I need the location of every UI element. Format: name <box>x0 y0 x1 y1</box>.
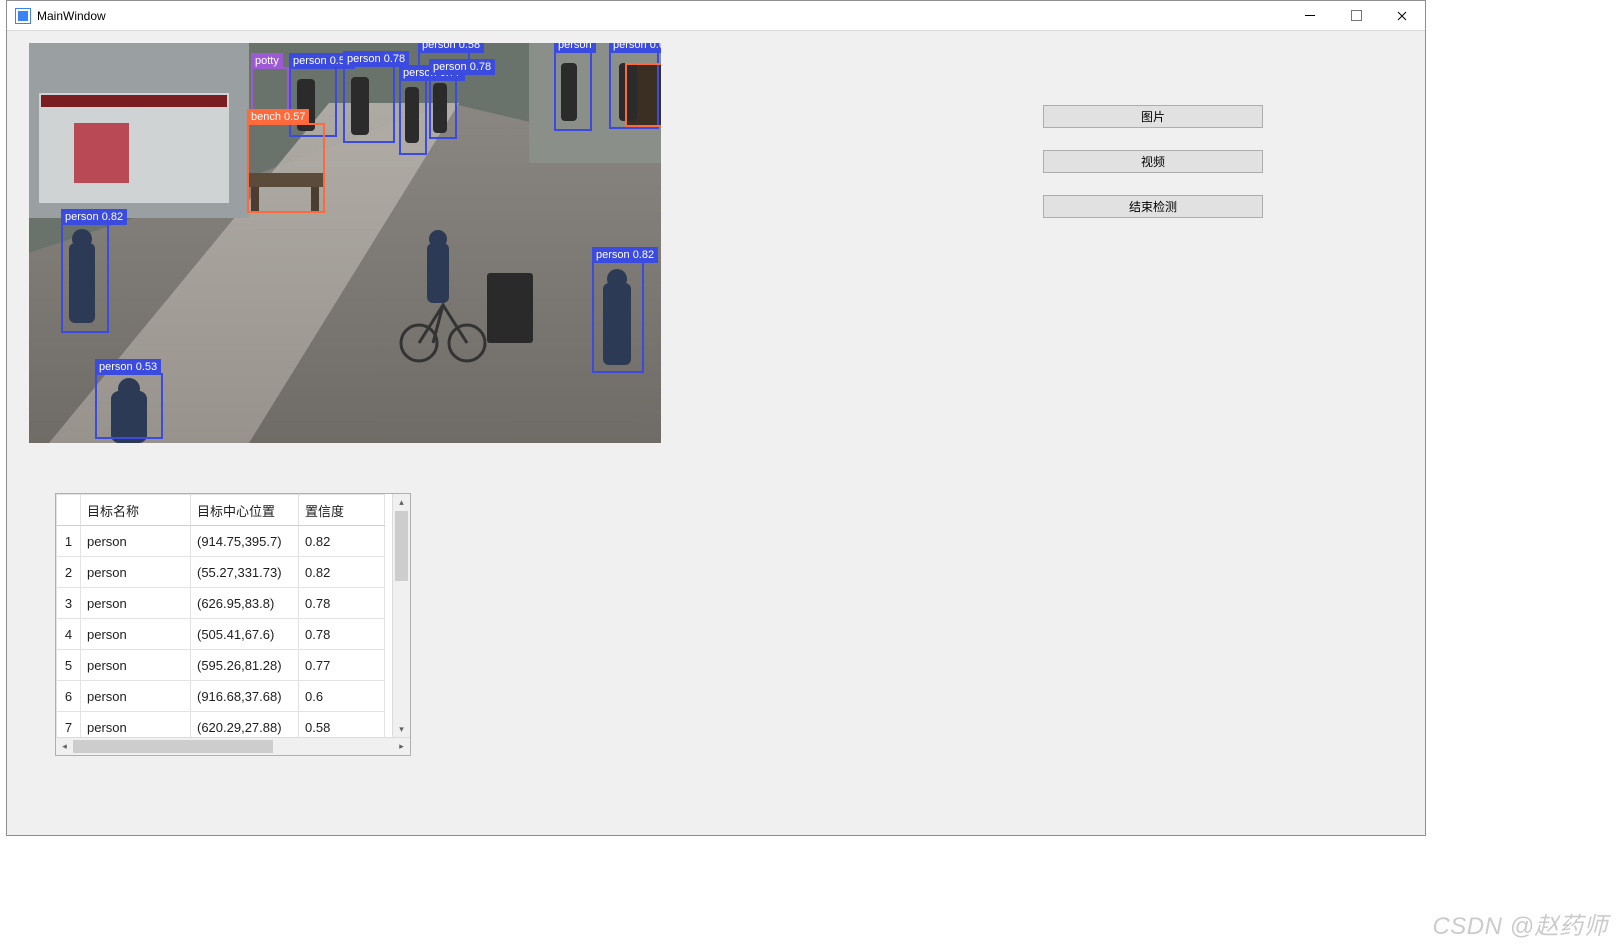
col-header-conf[interactable]: 置信度 <box>299 495 385 526</box>
cell-name[interactable]: person <box>81 681 191 712</box>
table: 目标名称 目标中心位置 置信度 1person(914.75,395.7)0.8… <box>56 494 385 743</box>
watermark-text: CSDN @赵药师 <box>1422 900 1618 947</box>
detection-box <box>625 63 661 127</box>
table-corner[interactable] <box>57 495 81 526</box>
cell-pos[interactable]: (914.75,395.7) <box>191 526 299 557</box>
detection-box: person 0.78 <box>343 65 395 143</box>
detection-image-panel: person 0.58pottyperson 0.55person 0.77pe… <box>29 43 661 443</box>
screen: MainWindow <box>0 0 1618 947</box>
table-row[interactable]: 5person(595.26,81.28)0.77 <box>57 650 385 681</box>
video-button[interactable]: 视频 <box>1043 150 1263 173</box>
cell-conf[interactable]: 0.82 <box>299 557 385 588</box>
table-row[interactable]: 6person(916.68,37.68)0.6 <box>57 681 385 712</box>
cell-conf[interactable]: 0.78 <box>299 588 385 619</box>
cell-conf[interactable]: 0.78 <box>299 619 385 650</box>
close-button[interactable] <box>1379 1 1425 30</box>
horizontal-scrollbar[interactable]: ◂ ▸ <box>56 737 410 755</box>
detection-box: person 0.82 <box>592 261 644 373</box>
main-window: MainWindow <box>6 0 1426 836</box>
cell-pos[interactable]: (505.41,67.6) <box>191 619 299 650</box>
detection-label: person 0.78 <box>343 51 409 67</box>
detection-label: potty <box>251 53 283 69</box>
detection-label: person 0.82 <box>61 209 127 225</box>
scroll-right-icon[interactable]: ▸ <box>393 738 410 755</box>
detection-box: bench 0.57 <box>247 123 325 213</box>
detection-label: person <box>554 43 596 53</box>
scroll-left-icon[interactable]: ◂ <box>56 738 73 755</box>
detections-table: 目标名称 目标中心位置 置信度 1person(914.75,395.7)0.8… <box>55 493 411 756</box>
detection-label: person 0.60 <box>609 43 661 53</box>
cell-name[interactable]: person <box>81 619 191 650</box>
col-header-name[interactable]: 目标名称 <box>81 495 191 526</box>
hscroll-thumb[interactable] <box>73 740 273 753</box>
client-area: person 0.58pottyperson 0.55person 0.77pe… <box>7 31 1425 835</box>
window-title: MainWindow <box>37 9 106 23</box>
cell-conf[interactable]: 0.77 <box>299 650 385 681</box>
vscroll-thumb[interactable] <box>395 511 408 581</box>
row-index[interactable]: 1 <box>57 526 81 557</box>
table-row[interactable]: 1person(914.75,395.7)0.82 <box>57 526 385 557</box>
detection-box: person <box>554 51 592 131</box>
scroll-up-icon[interactable]: ▴ <box>393 494 410 511</box>
col-header-pos[interactable]: 目标中心位置 <box>191 495 299 526</box>
row-index[interactable]: 4 <box>57 619 81 650</box>
detection-label: person 0.82 <box>592 247 658 263</box>
cell-conf[interactable]: 0.82 <box>299 526 385 557</box>
detection-label: person 0.78 <box>429 59 495 75</box>
cell-pos[interactable]: (626.95,83.8) <box>191 588 299 619</box>
detection-box: person 0.82 <box>61 223 109 333</box>
close-icon <box>1397 11 1407 21</box>
row-index[interactable]: 6 <box>57 681 81 712</box>
table-row[interactable]: 3person(626.95,83.8)0.78 <box>57 588 385 619</box>
cell-pos[interactable]: (55.27,331.73) <box>191 557 299 588</box>
action-buttons: 图片 视频 结束检测 <box>1043 105 1263 240</box>
detection-label: bench 0.57 <box>247 109 309 125</box>
table-row[interactable]: 4person(505.41,67.6)0.78 <box>57 619 385 650</box>
detection-box: person 0.53 <box>95 373 163 439</box>
maximize-button[interactable] <box>1333 1 1379 30</box>
image-button[interactable]: 图片 <box>1043 105 1263 128</box>
cell-name[interactable]: person <box>81 557 191 588</box>
cell-name[interactable]: person <box>81 588 191 619</box>
titlebar[interactable]: MainWindow <box>7 1 1425 31</box>
cell-pos[interactable]: (595.26,81.28) <box>191 650 299 681</box>
row-index[interactable]: 2 <box>57 557 81 588</box>
app-icon <box>15 8 31 24</box>
vertical-scrollbar[interactable]: ▴ ▾ <box>392 494 410 738</box>
scroll-down-icon[interactable]: ▾ <box>393 721 410 738</box>
detection-label: person 0.53 <box>95 359 161 375</box>
detection-box: person 0.78 <box>429 73 457 139</box>
detection-label: person 0.58 <box>418 43 484 53</box>
cell-name[interactable]: person <box>81 650 191 681</box>
row-index[interactable]: 5 <box>57 650 81 681</box>
cell-pos[interactable]: (916.68,37.68) <box>191 681 299 712</box>
row-index[interactable]: 3 <box>57 588 81 619</box>
detection-box: potty <box>251 67 289 111</box>
detection-box: person 0.77 <box>399 79 427 155</box>
minimize-button[interactable] <box>1287 1 1333 30</box>
stop-detection-button[interactable]: 结束检测 <box>1043 195 1263 218</box>
cell-conf[interactable]: 0.6 <box>299 681 385 712</box>
table-row[interactable]: 2person(55.27,331.73)0.82 <box>57 557 385 588</box>
cell-name[interactable]: person <box>81 526 191 557</box>
